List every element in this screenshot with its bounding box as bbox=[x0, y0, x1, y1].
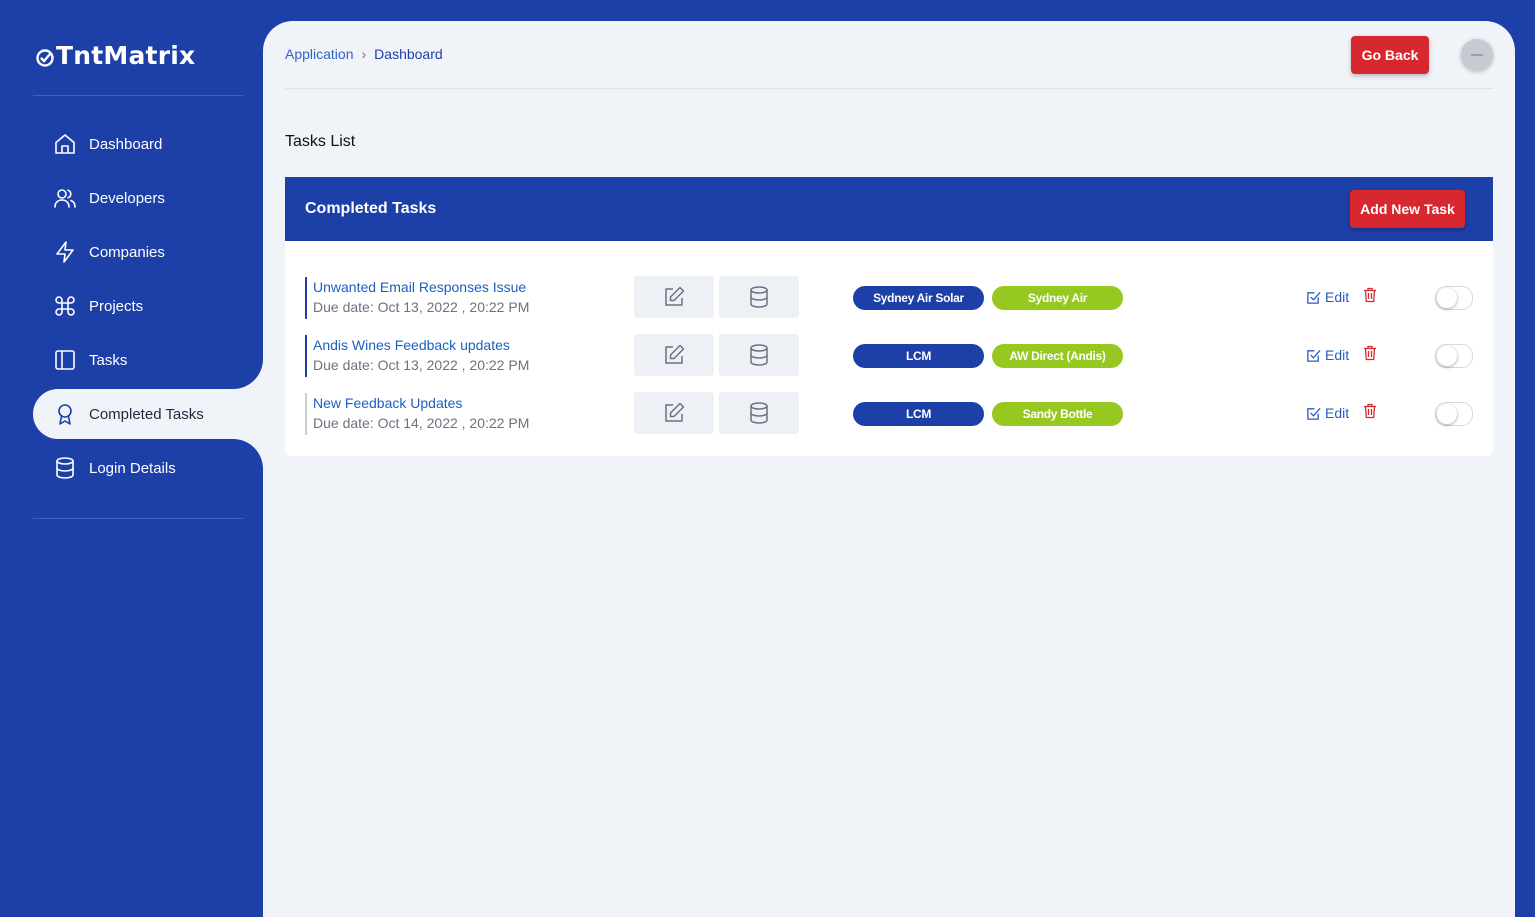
sidebar-item-label: Developers bbox=[89, 189, 165, 207]
sidebar-item-completed-tasks[interactable]: Completed Tasks bbox=[33, 359, 263, 469]
breadcrumb: Application › Dashboard bbox=[285, 46, 443, 62]
main-panel: Application › Dashboard Go Back Tasks Li… bbox=[263, 21, 1515, 917]
toggle-knob bbox=[1437, 288, 1457, 308]
home-icon bbox=[53, 132, 77, 156]
page-title: Tasks List bbox=[285, 133, 356, 150]
task-title[interactable]: Andis Wines Feedback updates bbox=[313, 335, 529, 355]
go-back-button[interactable]: Go Back bbox=[1351, 36, 1429, 74]
task-list: Unwanted Email Responses Issue Due date:… bbox=[285, 276, 1493, 451]
pencil-square-icon bbox=[665, 402, 685, 422]
table-row: New Feedback Updates Due date: Oct 14, 2… bbox=[285, 392, 1493, 451]
command-icon bbox=[53, 294, 77, 318]
card-header: Completed Tasks Add New Task bbox=[285, 177, 1493, 241]
sidebar-item-label: Login Details bbox=[89, 459, 176, 477]
client-tag: AW Direct (Andis) bbox=[992, 344, 1123, 368]
avatar[interactable] bbox=[1461, 39, 1493, 71]
completion-toggle[interactable] bbox=[1435, 402, 1473, 426]
company-tag: LCM bbox=[853, 344, 984, 368]
client-tag: Sandy Bottle bbox=[992, 402, 1123, 426]
edit-note-button[interactable] bbox=[634, 392, 714, 434]
task-due-date: Due date: Oct 13, 2022 , 20:22 PM bbox=[313, 357, 530, 373]
task-due-date: Due date: Oct 14, 2022 , 20:22 PM bbox=[313, 415, 530, 431]
completion-toggle[interactable] bbox=[1435, 286, 1473, 310]
edit-label: Edit bbox=[1325, 405, 1350, 421]
sidebar-panel-icon bbox=[53, 348, 77, 372]
check-square-icon bbox=[1307, 407, 1321, 420]
database-icon bbox=[750, 286, 768, 308]
task-info: Andis Wines Feedback updates Due date: O… bbox=[305, 335, 529, 377]
breadcrumb-separator: › bbox=[361, 46, 367, 62]
client-tag: Sydney Air bbox=[992, 286, 1123, 310]
sidebar-item-companies[interactable]: Companies bbox=[33, 225, 263, 279]
check-square-icon bbox=[1307, 291, 1321, 304]
company-tag: LCM bbox=[853, 402, 984, 426]
sidebar-divider-bottom bbox=[33, 518, 243, 519]
database-icon bbox=[750, 344, 768, 366]
sidebar-item-dashboard[interactable]: Dashboard bbox=[33, 117, 263, 171]
sidebar-nav: Dashboard Developers Companies Projects … bbox=[33, 117, 263, 495]
edit-task-link[interactable]: Edit bbox=[1306, 289, 1349, 305]
users-icon bbox=[53, 186, 77, 210]
database-icon bbox=[53, 456, 77, 480]
card-title: Completed Tasks bbox=[305, 200, 437, 217]
sidebar-item-label: Projects bbox=[89, 297, 144, 315]
add-new-task-button[interactable]: Add New Task bbox=[1350, 190, 1465, 228]
database-button[interactable] bbox=[719, 276, 799, 318]
app-logo[interactable]: TntMatrix bbox=[36, 38, 195, 72]
completion-toggle[interactable] bbox=[1435, 344, 1473, 368]
sidebar-item-label: Tasks bbox=[89, 351, 128, 369]
task-title[interactable]: Unwanted Email Responses Issue bbox=[313, 277, 529, 297]
sidebar-item-projects[interactable]: Projects bbox=[33, 279, 263, 333]
edit-note-button[interactable] bbox=[634, 276, 714, 318]
trash-icon[interactable] bbox=[1363, 403, 1377, 419]
edit-label: Edit bbox=[1325, 289, 1350, 305]
task-info: Unwanted Email Responses Issue Due date:… bbox=[305, 277, 529, 319]
sidebar-item-label: Completed Tasks bbox=[89, 405, 204, 423]
avatar-placeholder-icon bbox=[1471, 54, 1483, 56]
sidebar-item-label: Dashboard bbox=[89, 135, 163, 153]
trash-icon[interactable] bbox=[1363, 287, 1377, 303]
pencil-square-icon bbox=[665, 344, 685, 364]
logo-check-icon bbox=[36, 49, 54, 67]
header-divider bbox=[285, 88, 1493, 89]
edit-task-link[interactable]: Edit bbox=[1306, 405, 1349, 421]
completed-tasks-card: Completed Tasks Add New Task Unwanted Em… bbox=[285, 177, 1493, 456]
pencil-square-icon bbox=[665, 286, 685, 306]
task-title[interactable]: New Feedback Updates bbox=[313, 393, 529, 413]
active-notch-top bbox=[233, 359, 263, 389]
toggle-knob bbox=[1437, 346, 1457, 366]
task-due-date: Due date: Oct 13, 2022 , 20:22 PM bbox=[313, 299, 530, 315]
sidebar: TntMatrix Dashboard Developers Companies bbox=[0, 0, 263, 917]
sidebar-item-developers[interactable]: Developers bbox=[33, 171, 263, 225]
table-row: Unwanted Email Responses Issue Due date:… bbox=[285, 276, 1493, 335]
sidebar-divider-top bbox=[33, 95, 243, 96]
edit-note-button[interactable] bbox=[634, 334, 714, 376]
breadcrumb-application[interactable]: Application bbox=[285, 46, 354, 62]
table-row: Andis Wines Feedback updates Due date: O… bbox=[285, 334, 1493, 393]
trash-icon[interactable] bbox=[1363, 345, 1377, 361]
lightning-icon bbox=[53, 240, 77, 264]
toggle-knob bbox=[1437, 404, 1457, 424]
breadcrumb-dashboard[interactable]: Dashboard bbox=[374, 46, 443, 62]
edit-label: Edit bbox=[1325, 347, 1350, 363]
edit-task-link[interactable]: Edit bbox=[1306, 347, 1349, 363]
database-button[interactable] bbox=[719, 392, 799, 434]
sidebar-item-tasks[interactable]: Tasks bbox=[33, 333, 263, 387]
check-square-icon bbox=[1307, 349, 1321, 362]
company-tag: Sydney Air Solar bbox=[853, 286, 984, 310]
task-info: New Feedback Updates Due date: Oct 14, 2… bbox=[305, 393, 529, 435]
app-name: TntMatrix bbox=[56, 40, 196, 70]
sidebar-item-label: Companies bbox=[89, 243, 165, 261]
sidebar-item-login-details[interactable]: Login Details bbox=[33, 441, 263, 495]
database-button[interactable] bbox=[719, 334, 799, 376]
database-icon bbox=[750, 402, 768, 424]
award-icon bbox=[53, 402, 77, 426]
